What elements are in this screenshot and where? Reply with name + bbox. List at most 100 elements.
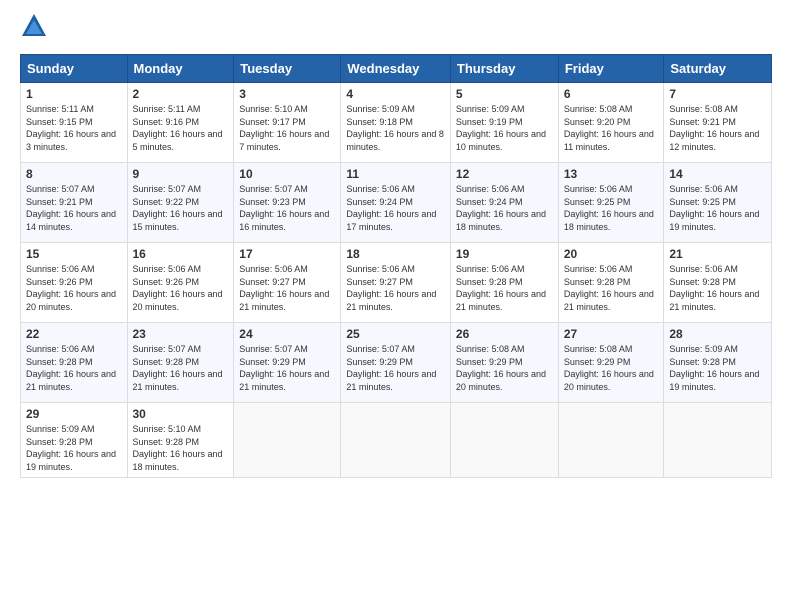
calendar-cell: 28Sunrise: 5:09 AMSunset: 9:28 PMDayligh…: [664, 323, 772, 403]
page: SundayMondayTuesdayWednesdayThursdayFrid…: [0, 0, 792, 494]
day-number: 17: [239, 247, 335, 261]
day-header-wednesday: Wednesday: [341, 55, 451, 83]
day-info: Sunrise: 5:09 AMSunset: 9:28 PMDaylight:…: [26, 423, 122, 473]
calendar-cell: 13 Sunrise: 5:06 AMSunset: 9:25 PMDayligh…: [558, 163, 664, 243]
calendar-cell: 29 Sunrise: 5:09 AMSunset: 9:28 PMDayligh…: [21, 403, 128, 478]
calendar-cell: 7 Sunrise: 5:08 AMSunset: 9:21 PMDaylight…: [664, 83, 772, 163]
calendar-cell: 19 Sunrise: 5:06 AMSunset: 9:28 PMDayligh…: [450, 243, 558, 323]
calendar-cell: 5 Sunrise: 5:09 AMSunset: 9:19 PMDaylight…: [450, 83, 558, 163]
calendar-cell: 16Sunrise: 5:06 AMSunset: 9:26 PMDayligh…: [127, 243, 234, 323]
day-info: Sunrise: 5:09 AMSunset: 9:19 PMDaylight:…: [456, 103, 553, 153]
day-info: Sunrise: 5:09 AMSunset: 9:18 PMDaylight:…: [346, 103, 445, 153]
day-info: Sunrise: 5:06 AMSunset: 9:28 PMDaylight:…: [564, 263, 659, 313]
day-header-sunday: Sunday: [21, 55, 128, 83]
calendar-cell: 23 Sunrise: 5:07 AMSunset: 9:28 PMDayligh…: [127, 323, 234, 403]
day-info: Sunrise: 5:07 AMSunset: 9:22 PMDaylight:…: [133, 183, 229, 233]
day-number: 29: [26, 407, 122, 421]
day-info: Sunrise: 5:06 AMSunset: 9:28 PMDaylight:…: [456, 263, 553, 313]
day-number: 8: [26, 167, 122, 181]
day-number: 4: [346, 87, 445, 101]
day-number: 24: [239, 327, 335, 341]
calendar-cell: [341, 403, 451, 478]
calendar-cell: [558, 403, 664, 478]
day-number: 7: [669, 87, 766, 101]
day-info: Sunrise: 5:06 AMSunset: 9:25 PMDaylight:…: [564, 183, 659, 233]
day-info: Sunrise: 5:10 AMSunset: 9:28 PMDaylight:…: [133, 423, 229, 473]
header: [20, 16, 772, 44]
day-number: 21: [669, 247, 766, 261]
day-header-monday: Monday: [127, 55, 234, 83]
day-info: Sunrise: 5:06 AMSunset: 9:25 PMDaylight:…: [669, 183, 766, 233]
day-number: 22: [26, 327, 122, 341]
day-info: Sunrise: 5:06 AMSunset: 9:24 PMDaylight:…: [346, 183, 445, 233]
calendar-cell: 26 Sunrise: 5:08 AMSunset: 9:29 PMDayligh…: [450, 323, 558, 403]
week-row-4: 22 Sunrise: 5:06 AMSunset: 9:28 PMDayligh…: [21, 323, 772, 403]
calendar-cell: 20 Sunrise: 5:06 AMSunset: 9:28 PMDayligh…: [558, 243, 664, 323]
day-number: 25: [346, 327, 445, 341]
day-number: 9: [133, 167, 229, 181]
calendar-cell: 1 Sunrise: 5:11 AMSunset: 9:15 PMDaylight…: [21, 83, 128, 163]
day-info: Sunrise: 5:07 AMSunset: 9:28 PMDaylight:…: [133, 343, 229, 393]
day-number: 18: [346, 247, 445, 261]
day-number: 20: [564, 247, 659, 261]
calendar-cell: 3Sunrise: 5:10 AMSunset: 9:17 PMDaylight…: [234, 83, 341, 163]
day-info: Sunrise: 5:08 AMSunset: 9:21 PMDaylight:…: [669, 103, 766, 153]
day-info: Sunrise: 5:08 AMSunset: 9:29 PMDaylight:…: [564, 343, 659, 393]
calendar-cell: 24 Sunrise: 5:07 AMSunset: 9:29 PMDayligh…: [234, 323, 341, 403]
week-row-5: 29 Sunrise: 5:09 AMSunset: 9:28 PMDayligh…: [21, 403, 772, 478]
day-header-thursday: Thursday: [450, 55, 558, 83]
calendar-cell: 4 Sunrise: 5:09 AMSunset: 9:18 PMDaylight…: [341, 83, 451, 163]
day-number: 26: [456, 327, 553, 341]
calendar-cell: 25 Sunrise: 5:07 AMSunset: 9:29 PMDayligh…: [341, 323, 451, 403]
calendar-cell: 21Sunrise: 5:06 AMSunset: 9:28 PMDayligh…: [664, 243, 772, 323]
day-number: 27: [564, 327, 659, 341]
day-header-saturday: Saturday: [664, 55, 772, 83]
week-row-3: 15 Sunrise: 5:06 AMSunset: 9:26 PMDayligh…: [21, 243, 772, 323]
day-number: 14: [669, 167, 766, 181]
day-number: 19: [456, 247, 553, 261]
calendar-cell: 18 Sunrise: 5:06 AMSunset: 9:27 PMDayligh…: [341, 243, 451, 323]
day-number: 1: [26, 87, 122, 101]
day-info: Sunrise: 5:06 AMSunset: 9:27 PMDaylight:…: [346, 263, 445, 313]
day-number: 30: [133, 407, 229, 421]
day-info: Sunrise: 5:07 AMSunset: 9:29 PMDaylight:…: [346, 343, 445, 393]
day-info: Sunrise: 5:08 AMSunset: 9:29 PMDaylight:…: [456, 343, 553, 393]
header-row: SundayMondayTuesdayWednesdayThursdayFrid…: [21, 55, 772, 83]
calendar-cell: [450, 403, 558, 478]
calendar-cell: 17 Sunrise: 5:06 AMSunset: 9:27 PMDayligh…: [234, 243, 341, 323]
day-info: Sunrise: 5:10 AMSunset: 9:17 PMDaylight:…: [239, 103, 335, 153]
day-header-tuesday: Tuesday: [234, 55, 341, 83]
day-info: Sunrise: 5:11 AMSunset: 9:15 PMDaylight:…: [26, 103, 122, 153]
calendar-cell: 10 Sunrise: 5:07 AMSunset: 9:23 PMDayligh…: [234, 163, 341, 243]
day-number: 6: [564, 87, 659, 101]
logo: [20, 16, 52, 44]
calendar-cell: 15 Sunrise: 5:06 AMSunset: 9:26 PMDayligh…: [21, 243, 128, 323]
logo-icon: [20, 12, 48, 40]
day-number: 11: [346, 167, 445, 181]
day-info: Sunrise: 5:06 AMSunset: 9:26 PMDaylight:…: [26, 263, 122, 313]
calendar-cell: 2 Sunrise: 5:11 AMSunset: 9:16 PMDaylight…: [127, 83, 234, 163]
day-info: Sunrise: 5:07 AMSunset: 9:23 PMDaylight:…: [239, 183, 335, 233]
day-info: Sunrise: 5:07 AMSunset: 9:29 PMDaylight:…: [239, 343, 335, 393]
day-number: 12: [456, 167, 553, 181]
day-number: 13: [564, 167, 659, 181]
day-info: Sunrise: 5:06 AMSunset: 9:28 PMDaylight:…: [26, 343, 122, 393]
calendar: SundayMondayTuesdayWednesdayThursdayFrid…: [20, 54, 772, 478]
day-info: Sunrise: 5:11 AMSunset: 9:16 PMDaylight:…: [133, 103, 229, 153]
day-info: Sunrise: 5:06 AMSunset: 9:24 PMDaylight:…: [456, 183, 553, 233]
day-number: 15: [26, 247, 122, 261]
calendar-cell: 12 Sunrise: 5:06 AMSunset: 9:24 PMDayligh…: [450, 163, 558, 243]
calendar-cell: 8Sunrise: 5:07 AMSunset: 9:21 PMDaylight…: [21, 163, 128, 243]
day-header-friday: Friday: [558, 55, 664, 83]
day-number: 2: [133, 87, 229, 101]
day-info: Sunrise: 5:09 AMSunset: 9:28 PMDaylight:…: [669, 343, 766, 393]
day-number: 16: [133, 247, 229, 261]
calendar-cell: 6Sunrise: 5:08 AMSunset: 9:20 PMDaylight…: [558, 83, 664, 163]
calendar-cell: 14 Sunrise: 5:06 AMSunset: 9:25 PMDayligh…: [664, 163, 772, 243]
day-number: 23: [133, 327, 229, 341]
calendar-cell: 9 Sunrise: 5:07 AMSunset: 9:22 PMDaylight…: [127, 163, 234, 243]
day-info: Sunrise: 5:06 AMSunset: 9:27 PMDaylight:…: [239, 263, 335, 313]
day-number: 5: [456, 87, 553, 101]
day-number: 10: [239, 167, 335, 181]
calendar-cell: [664, 403, 772, 478]
